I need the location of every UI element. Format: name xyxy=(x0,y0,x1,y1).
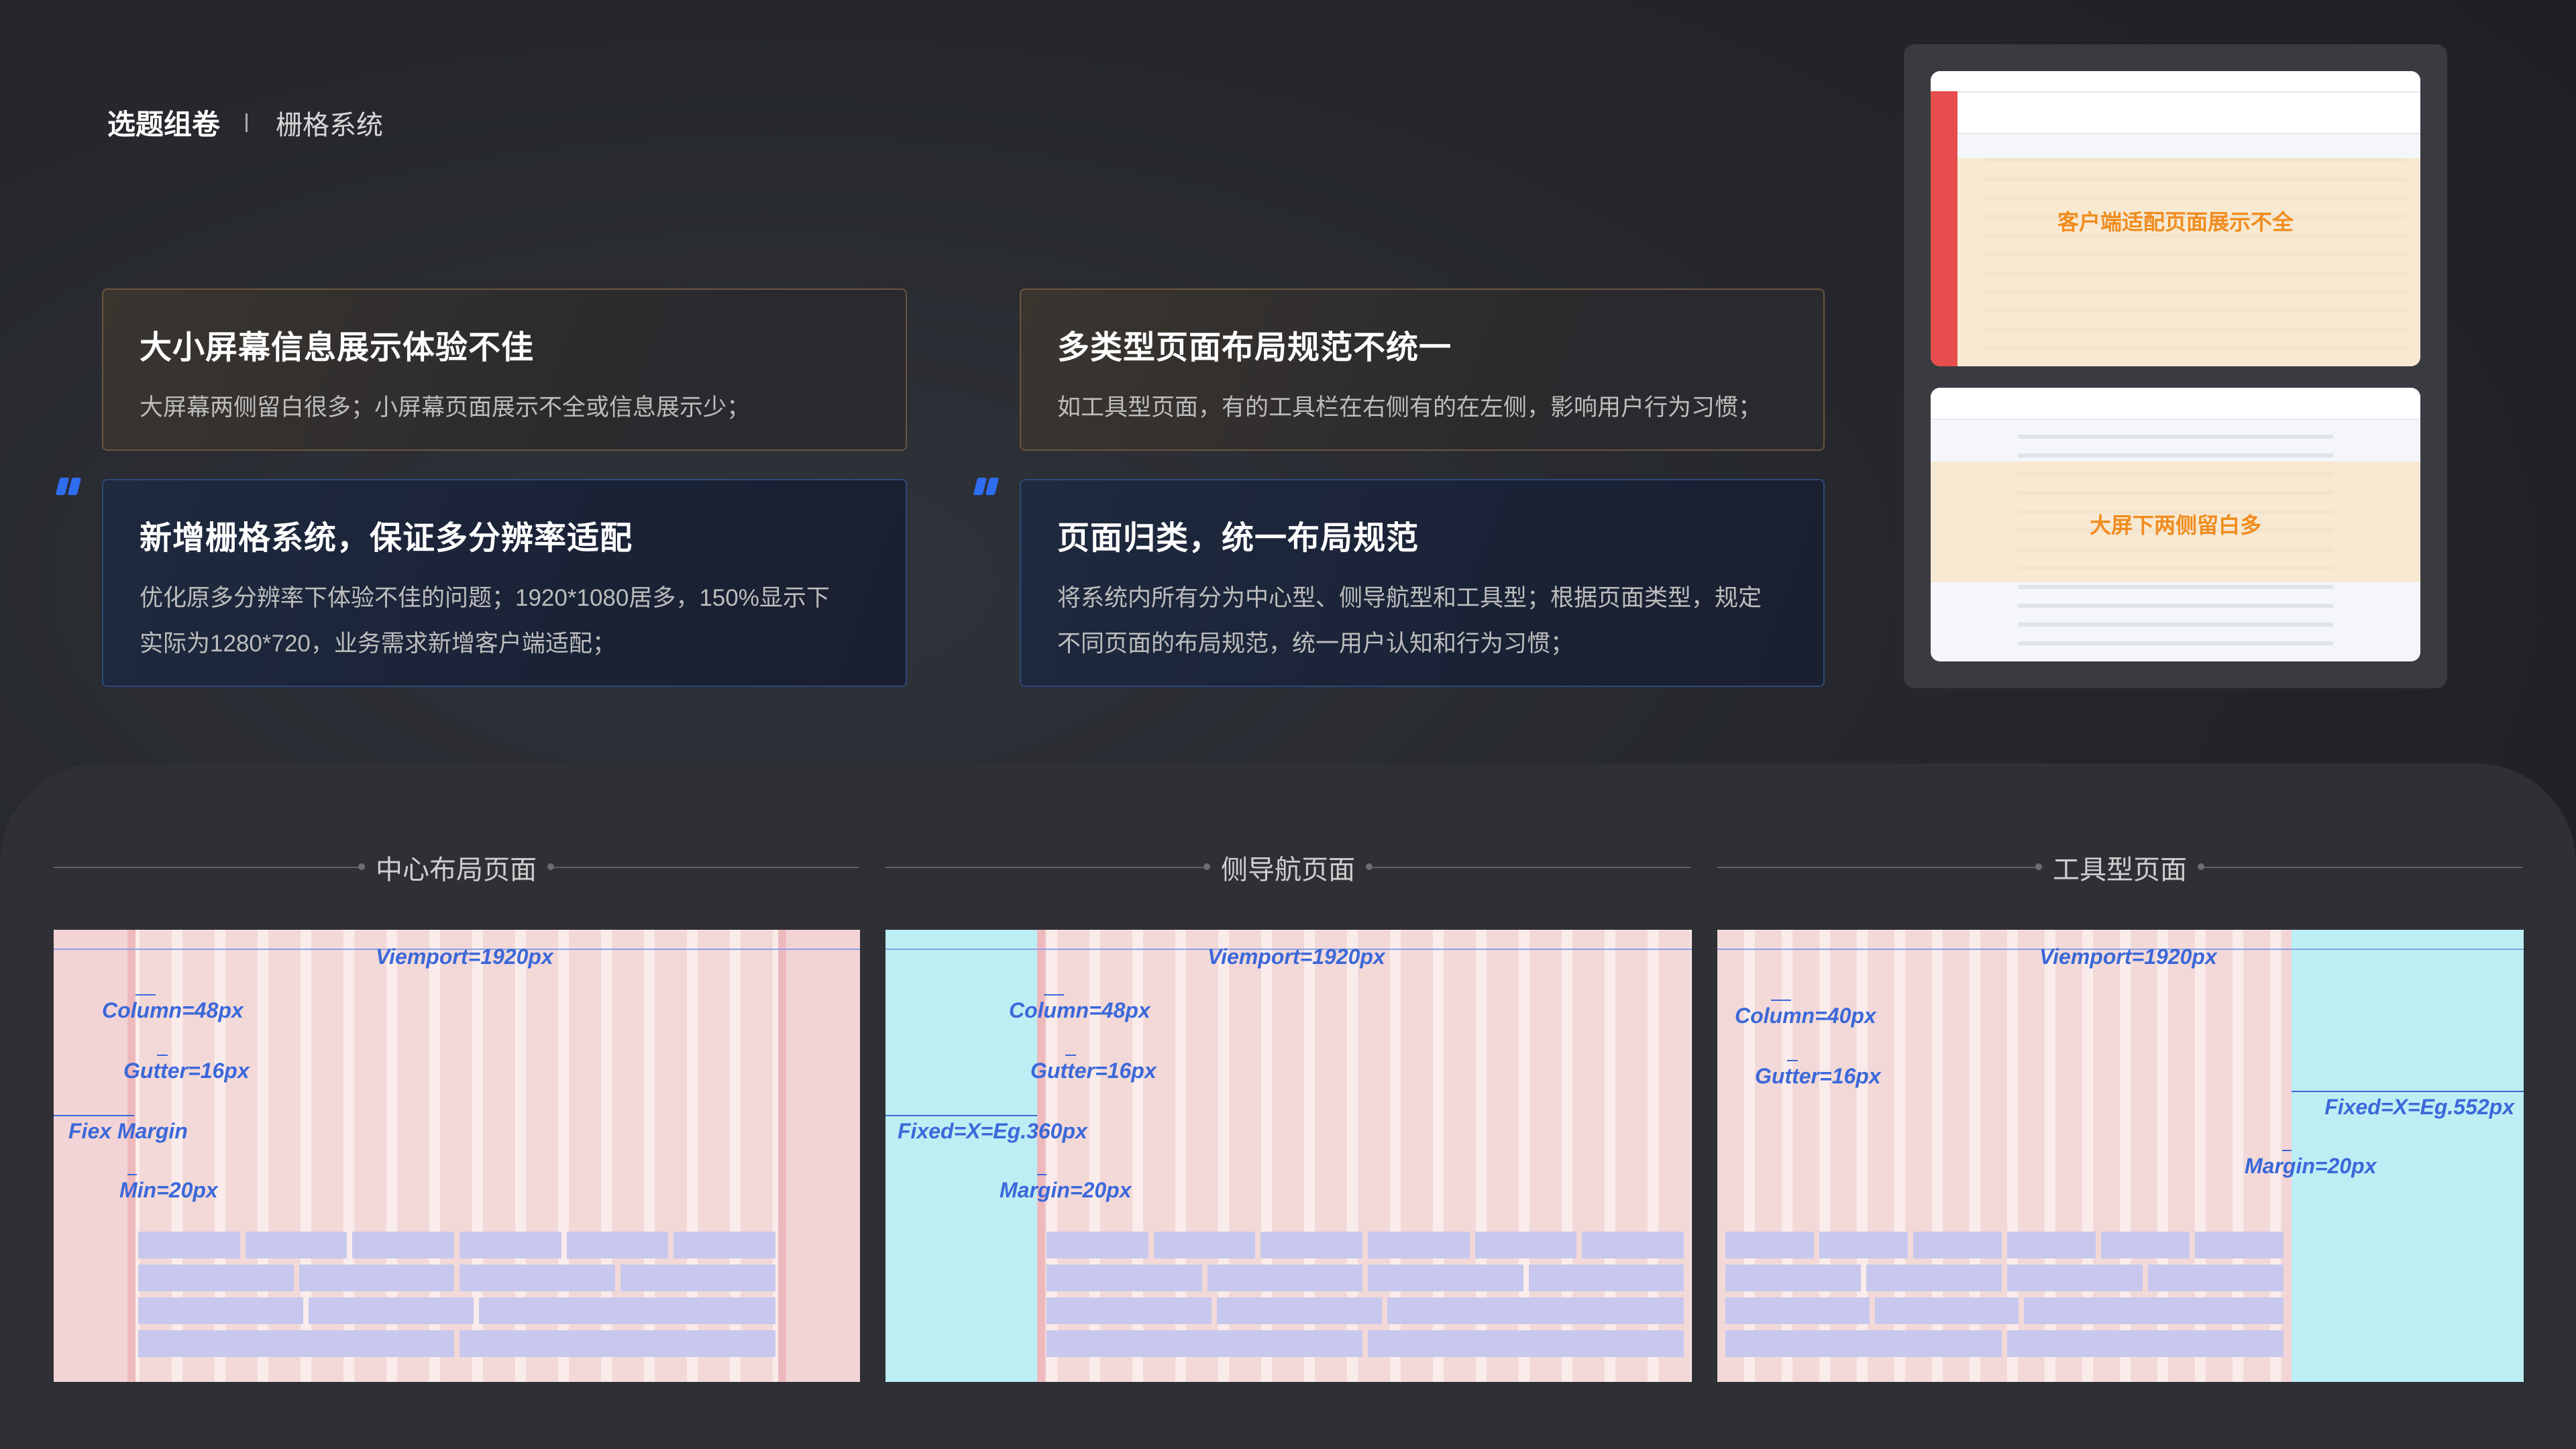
gutter-label: Gutter=16px xyxy=(1755,1064,1881,1088)
problem-card-screen: 大小屏幕信息展示体验不佳 大屏幕两侧留白很多；小屏幕页面展示不全或信息展示少； xyxy=(102,288,907,451)
column-label: Column=48px xyxy=(1009,998,1150,1022)
margin-marker xyxy=(1037,1174,1046,1175)
section-label: 中心布局页面 xyxy=(376,855,537,885)
viewport-label: Viemport=1920px xyxy=(376,945,553,969)
column-marker xyxy=(136,994,156,996)
app-navbar xyxy=(1931,93,2420,134)
gutter-marker xyxy=(157,1055,168,1056)
grid-panel-sidenav: Viemport=1920px Column=48px Gutter=16px … xyxy=(885,930,1692,1382)
title-divider xyxy=(246,113,248,132)
column-marker xyxy=(1771,1000,1791,1001)
viewport-label: Viemport=1920px xyxy=(2039,945,2217,969)
app-navbar xyxy=(1931,388,2420,420)
screenshot-caption: 客户端适配页面展示不全 xyxy=(2057,210,2294,234)
window-titlebar xyxy=(1931,71,2420,93)
fixed-marker xyxy=(885,1115,1037,1116)
screenshot-caption: 大屏下两侧留白多 xyxy=(2089,513,2261,537)
section-label: 工具型页面 xyxy=(2053,855,2187,885)
heading-rule xyxy=(547,863,859,870)
fixed-label: Fixed=X=Eg.552px xyxy=(2324,1095,2514,1119)
solution-title: 新增栅格系统，保证多分辨率适配 xyxy=(140,521,633,556)
margin-zone-right xyxy=(780,930,860,1382)
heading-rule xyxy=(54,863,365,870)
page-title: 选题组卷 xyxy=(107,109,221,140)
section-heading-center: 中心布局页面 xyxy=(54,849,859,885)
margin-label: Fiex Margin xyxy=(68,1119,188,1143)
gutter-marker xyxy=(1787,1060,1798,1061)
section-heading-tool: 工具型页面 xyxy=(1717,849,2522,885)
page-subtitle: 栅格系统 xyxy=(276,110,384,140)
gutter-marker xyxy=(1065,1055,1076,1056)
content-blocks xyxy=(138,1232,776,1363)
largescreen-screenshot: 大屏下两侧留白多 xyxy=(1931,388,2420,661)
solution-desc: 优化原多分辨率下体验不佳的问题；1920*1080居多，150%显示下 实际为1… xyxy=(140,576,869,667)
fixed-label: Fixed=X=Eg.360px xyxy=(898,1119,1087,1143)
column-label: Column=40px xyxy=(1735,1004,1876,1028)
problem-title: 大小屏幕信息展示体验不佳 xyxy=(140,330,535,366)
solution-title: 页面归类，统一布局规范 xyxy=(1057,521,1419,556)
problem-desc: 大屏幕两侧留白很多；小屏幕页面展示不全或信息展示少； xyxy=(140,394,751,421)
margin-label: Margin=20px xyxy=(2245,1154,2377,1178)
viewport-label: Viemport=1920px xyxy=(1208,945,1385,969)
solution-desc-line: 优化原多分辨率下体验不佳的问题；1920*1080居多，150%显示下 xyxy=(140,585,830,611)
client-screenshot: 客户端适配页面展示不全 xyxy=(1931,71,2420,366)
min-margin-right xyxy=(778,930,786,1382)
solution-card-classify: 页面归类，统一布局规范 将系统内所有分为中心型、侧导航型和工具型；根据页面类型，… xyxy=(1020,479,1825,687)
highlight-overlay xyxy=(1957,158,2420,366)
margin-marker xyxy=(54,1115,134,1116)
fixed-marker xyxy=(2292,1091,2524,1092)
heading-rule xyxy=(885,863,1210,870)
heading-rule xyxy=(2198,863,2522,870)
min-marker xyxy=(127,1174,137,1175)
page-header: 选题组卷 栅格系统 xyxy=(107,102,383,143)
gutter-label: Gutter=16px xyxy=(1030,1059,1157,1083)
column-marker xyxy=(1044,994,1064,996)
solution-desc: 将系统内所有分为中心型、侧导航型和工具型；根据页面类型，规定 不同页面的布局规范… xyxy=(1057,576,1787,667)
solution-desc-line: 不同页面的布局规范，统一用户认知和行为习惯； xyxy=(1057,631,1574,657)
gutter-label: Gutter=16px xyxy=(123,1059,250,1083)
heading-rule xyxy=(1366,863,1690,870)
problem-desc: 如工具型页面，有的工具栏在右侧有的在左侧，影响用户行为习惯； xyxy=(1057,394,1762,421)
screenshot-panel: 客户端适配页面展示不全 大屏下两侧留白多 xyxy=(1904,44,2447,688)
section-label: 侧导航页面 xyxy=(1221,855,1355,885)
min-label: Min=20px xyxy=(119,1178,218,1202)
content-blocks xyxy=(1046,1232,1684,1363)
margin-label: Margin=20px xyxy=(1000,1178,1132,1202)
heading-rule xyxy=(1717,863,2042,870)
margin-marker xyxy=(2282,1150,2292,1151)
solution-card-grid: 新增栅格系统，保证多分辨率适配 优化原多分辨率下体验不佳的问题；1920*108… xyxy=(102,479,907,687)
solution-desc-line: 实际为1280*720，业务需求新增客户端适配； xyxy=(140,631,616,657)
content-blocks xyxy=(1725,1232,2284,1363)
solution-desc-line: 将系统内所有分为中心型、侧导航型和工具型；根据页面类型，规定 xyxy=(1057,585,1762,611)
problem-card-layout: 多类型页面布局规范不统一 如工具型页面，有的工具栏在右侧有的在左侧，影响用户行为… xyxy=(1020,288,1825,451)
quote-icon xyxy=(55,478,82,495)
problem-title: 多类型页面布局规范不统一 xyxy=(1057,330,1452,366)
quote-icon xyxy=(973,478,1000,495)
grid-panel-center: Viemport=1920px Column=48px Gutter=16px … xyxy=(54,930,860,1382)
grid-panel-tool: Viemport=1920px Column=40px Gutter=16px … xyxy=(1717,930,2524,1382)
column-label: Column=48px xyxy=(102,998,244,1022)
section-heading-sidenav: 侧导航页面 xyxy=(885,849,1690,885)
